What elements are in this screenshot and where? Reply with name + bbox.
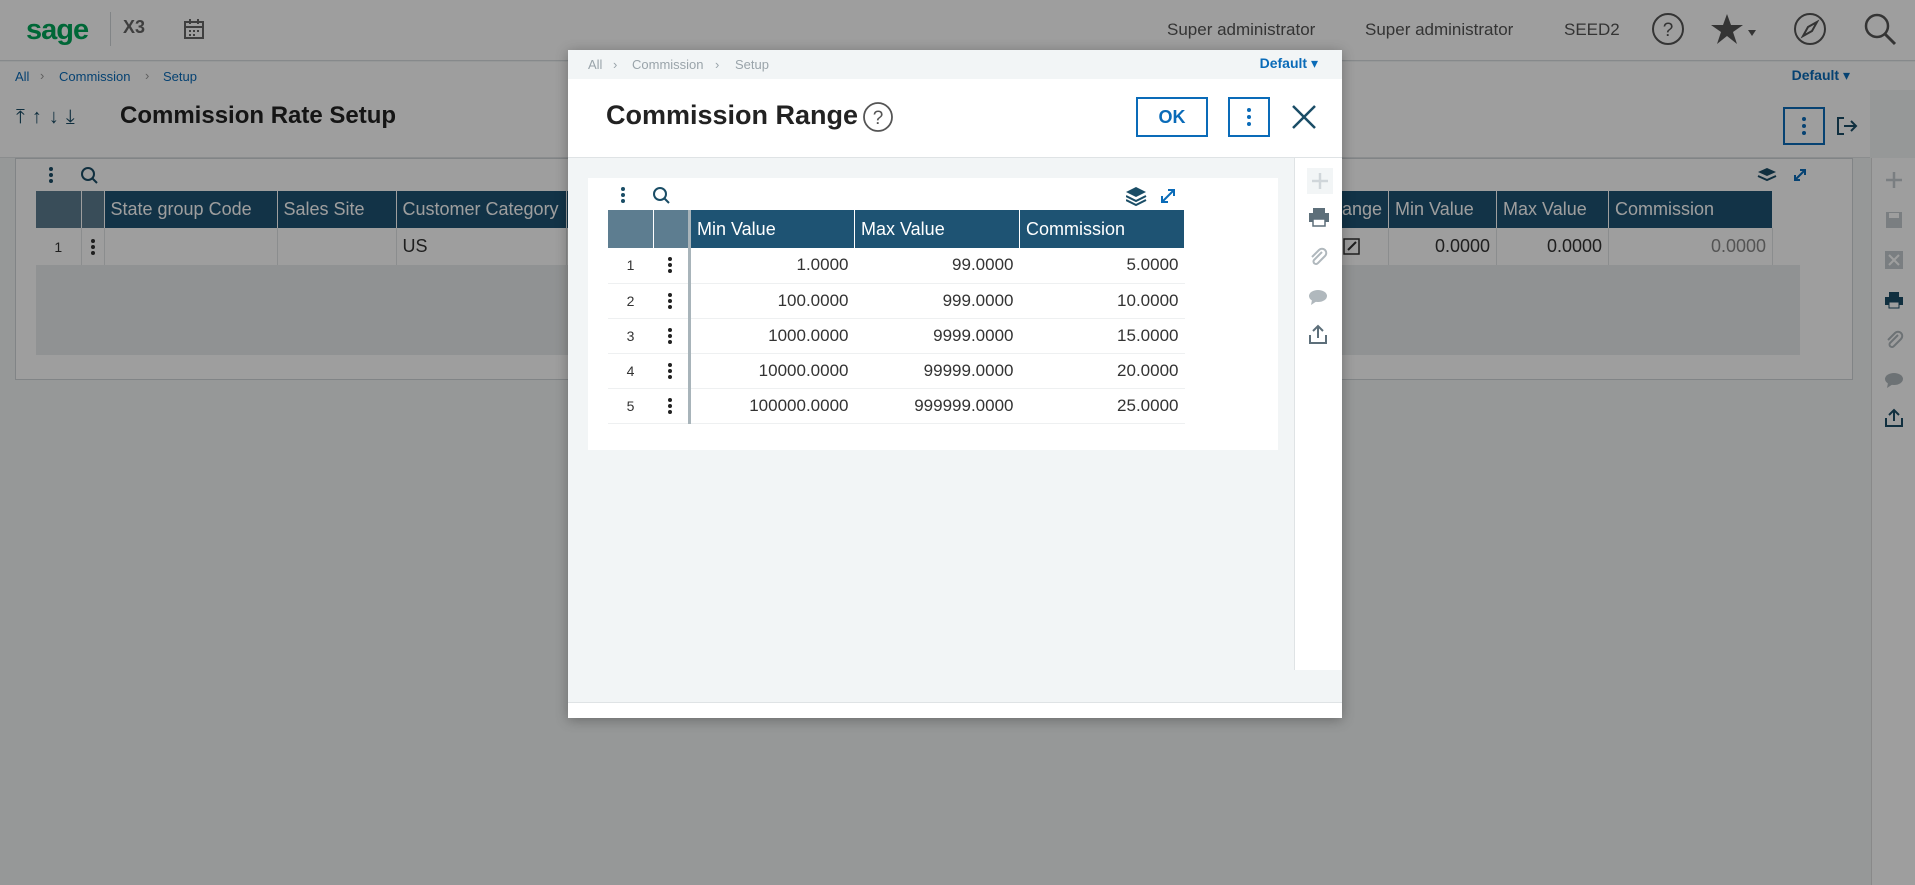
max-value-cell[interactable]: 99999.0000 bbox=[854, 353, 1020, 389]
commission-cell[interactable]: 20.0000 bbox=[1019, 353, 1185, 389]
breadcrumb-commission[interactable]: Commission bbox=[632, 57, 704, 72]
svg-text:?: ? bbox=[873, 108, 884, 129]
breadcrumb-separator: › bbox=[715, 57, 720, 72]
column-header-commission[interactable]: Commission bbox=[1019, 210, 1185, 248]
table-row[interactable]: 1 1.0000 99.0000 5.0000 bbox=[608, 248, 1185, 284]
dialog-actions-button[interactable] bbox=[1228, 97, 1270, 137]
ok-button[interactable]: OK bbox=[1136, 97, 1208, 137]
dialog-action-rail bbox=[1294, 158, 1342, 670]
dialog-view-label: Default bbox=[1259, 55, 1308, 71]
row-number: 5 bbox=[608, 388, 653, 424]
grid-toolbar bbox=[618, 184, 678, 208]
expand-icon bbox=[1161, 189, 1175, 203]
attachment-icon[interactable] bbox=[1307, 246, 1329, 268]
column-header-max-value[interactable]: Max Value bbox=[854, 210, 1020, 248]
min-value-cell[interactable]: 100.0000 bbox=[689, 283, 855, 319]
add-icon[interactable] bbox=[1307, 168, 1333, 194]
row-menu-icon[interactable] bbox=[653, 318, 691, 354]
dialog-footer bbox=[568, 702, 1342, 718]
commission-cell[interactable]: 10.0000 bbox=[1019, 283, 1185, 319]
breadcrumb-all[interactable]: All bbox=[588, 57, 602, 72]
grid-search-icon bbox=[653, 187, 670, 204]
max-value-cell[interactable]: 9999.0000 bbox=[854, 318, 1020, 354]
breadcrumb-separator: › bbox=[613, 57, 618, 72]
row-menu-icon[interactable] bbox=[653, 353, 691, 389]
min-value-cell[interactable]: 1.0000 bbox=[689, 248, 855, 284]
min-value-cell[interactable]: 1000.0000 bbox=[689, 318, 855, 354]
grid-toolbar-right bbox=[1126, 184, 1186, 208]
share-icon[interactable] bbox=[1307, 324, 1329, 346]
commission-range-table: Min Value Max Value Commission 1 1.0000 99… bbox=[608, 210, 1185, 424]
commission-cell[interactable]: 25.0000 bbox=[1019, 388, 1185, 424]
commission-cell[interactable]: 5.0000 bbox=[1019, 248, 1185, 284]
row-number: 2 bbox=[608, 283, 653, 319]
row-header-stub bbox=[653, 210, 691, 248]
row-menu-icon[interactable] bbox=[653, 388, 691, 424]
row-menu-icon[interactable] bbox=[653, 283, 691, 319]
row-number: 4 bbox=[608, 353, 653, 389]
table-row[interactable]: 5 100000.0000 999999.0000 25.0000 bbox=[608, 388, 1185, 424]
dialog-title: Commission Range bbox=[606, 100, 859, 130]
close-icon[interactable] bbox=[1290, 103, 1318, 131]
row-header-stub bbox=[608, 210, 654, 248]
commission-range-dialog: All › Commission › Setup Default ▾ Commi… bbox=[568, 50, 1342, 718]
dialog-header: Commission Range ? OK bbox=[568, 79, 1342, 158]
row-number: 1 bbox=[608, 248, 653, 284]
row-number: 3 bbox=[608, 318, 653, 354]
max-value-cell[interactable]: 999999.0000 bbox=[854, 388, 1020, 424]
help-icon[interactable]: ? bbox=[862, 101, 894, 133]
commission-cell[interactable]: 15.0000 bbox=[1019, 318, 1185, 354]
row-menu-icon[interactable] bbox=[653, 248, 691, 284]
table-row[interactable]: 4 10000.0000 99999.0000 20.0000 bbox=[608, 353, 1185, 389]
print-icon[interactable] bbox=[1307, 206, 1331, 228]
max-value-cell[interactable]: 999.0000 bbox=[854, 283, 1020, 319]
breadcrumb-setup[interactable]: Setup bbox=[735, 57, 769, 72]
table-row[interactable]: 3 1000.0000 9999.0000 15.0000 bbox=[608, 318, 1185, 354]
dialog-breadcrumb: All › Commission › Setup Default ▾ bbox=[568, 50, 1342, 79]
range-grid-card: Min Value Max Value Commission 1 1.0000 99… bbox=[588, 178, 1278, 450]
grid-menu-icon bbox=[621, 187, 625, 203]
max-value-cell[interactable]: 99.0000 bbox=[854, 248, 1020, 284]
min-value-cell[interactable]: 10000.0000 bbox=[689, 353, 855, 389]
column-header-min-value[interactable]: Min Value bbox=[689, 210, 855, 248]
layers-icon bbox=[1126, 187, 1147, 207]
dialog-view-selector[interactable]: Default ▾ bbox=[1260, 55, 1318, 72]
table-row[interactable]: 2 100.0000 999.0000 10.0000 bbox=[608, 283, 1185, 319]
min-value-cell[interactable]: 100000.0000 bbox=[689, 388, 855, 424]
comment-icon[interactable] bbox=[1307, 286, 1329, 308]
